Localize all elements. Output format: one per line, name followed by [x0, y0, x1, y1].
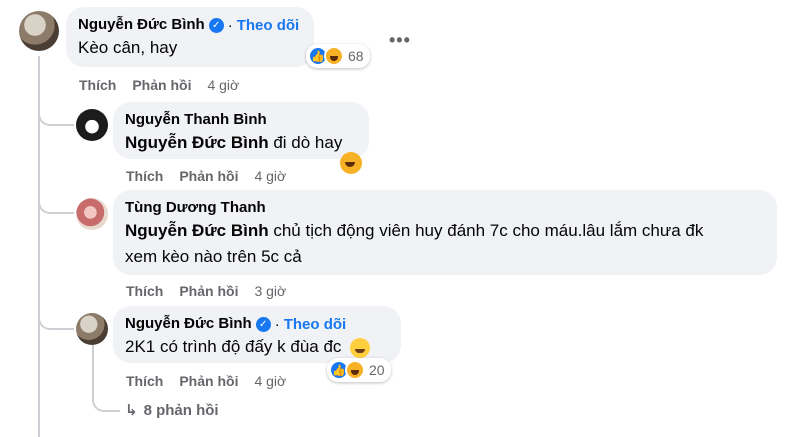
reaction-count: 68: [348, 48, 364, 64]
mention[interactable]: Nguyễn Đức Bình: [125, 133, 269, 152]
follow-button[interactable]: Theo dõi: [237, 17, 300, 34]
timestamp[interactable]: 4 giờ: [254, 373, 286, 389]
comment-author[interactable]: Nguyễn Đức Bình: [125, 314, 252, 334]
comment-text: Kèo cân, hay: [78, 38, 178, 57]
avatar[interactable]: [76, 198, 108, 230]
timestamp[interactable]: 3 giờ: [254, 283, 286, 299]
comment-bubble: Nguyễn Đức Bình ✓ · Theo dõi Kèo cân, ha…: [66, 7, 314, 67]
haha-emoji-icon: [340, 152, 362, 174]
comment-text: chủ tịch động viên huy đánh 7c cho máu.l…: [273, 221, 704, 240]
thread-branch: [38, 300, 74, 330]
more-replies-label: 8 phản hồi: [143, 402, 219, 419]
thread-branch: [92, 390, 120, 412]
like-button[interactable]: Thích: [126, 168, 163, 184]
reply-button[interactable]: Phản hồi: [179, 373, 238, 389]
like-button[interactable]: Thích: [79, 77, 116, 93]
comment-bubble: Nguyễn Thanh Bình Nguyễn Đức Bình đi dò …: [113, 102, 369, 159]
avatar[interactable]: [76, 313, 108, 345]
reaction-count: 20: [369, 362, 385, 378]
verified-icon: ✓: [255, 316, 271, 332]
avatar[interactable]: [19, 11, 59, 51]
comment-bubble: Nguyễn Đức Bình ✓ · Theo dõi 2K1 có trìn…: [113, 306, 401, 363]
haha-reaction-icon: [345, 360, 365, 380]
comment-actions: Thích Phản hồi 4 giờ: [79, 77, 239, 93]
thread-line-inner: [92, 343, 94, 393]
reaction-summary[interactable]: 👍 68: [306, 44, 370, 68]
follow-button[interactable]: Theo dõi: [284, 316, 347, 333]
comment-author[interactable]: Nguyễn Thanh Bình: [125, 110, 357, 130]
reply-arrow-icon: ↳: [125, 402, 138, 419]
comment-bubble: Tùng Dương Thanh Nguyễn Đức Bình chủ tịc…: [113, 190, 777, 275]
separator: ·: [227, 16, 233, 34]
comment-actions: Thích Phản hồi 4 giờ: [126, 168, 286, 184]
comment-author[interactable]: Tùng Dương Thanh: [125, 198, 765, 218]
reply-button[interactable]: Phản hồi: [179, 283, 238, 299]
more-options-icon[interactable]: •••: [389, 30, 411, 51]
view-more-replies-link[interactable]: ↳ 8 phản hồi: [125, 401, 219, 419]
comment-actions: Thích Phản hồi 4 giờ: [126, 373, 286, 389]
comment-text: 2K1 có trình độ đấy k đùa đc: [125, 337, 342, 356]
comment-actions: Thích Phản hồi 3 giờ: [126, 283, 286, 299]
comment-author[interactable]: Nguyễn Đức Bình: [78, 15, 205, 35]
reaction-summary[interactable]: 👍 20: [327, 358, 391, 382]
comment-text: xem kèo nào trên 5c cả: [125, 247, 302, 266]
separator: ·: [274, 315, 280, 333]
timestamp[interactable]: 4 giờ: [254, 168, 286, 184]
mention[interactable]: Nguyễn Đức Bình: [125, 221, 269, 240]
haha-reaction-icon: [324, 46, 344, 66]
thread-branch: [38, 100, 74, 126]
like-button[interactable]: Thích: [126, 373, 163, 389]
reply-button[interactable]: Phản hồi: [179, 168, 238, 184]
comment-text: đi dò hay: [273, 133, 343, 152]
like-button[interactable]: Thích: [126, 283, 163, 299]
thread-branch: [38, 192, 74, 214]
avatar[interactable]: [76, 109, 108, 141]
timestamp[interactable]: 4 giờ: [207, 77, 239, 93]
verified-icon: ✓: [208, 17, 224, 33]
reply-button[interactable]: Phản hồi: [132, 77, 191, 93]
smile-emoji-icon: [350, 337, 371, 358]
